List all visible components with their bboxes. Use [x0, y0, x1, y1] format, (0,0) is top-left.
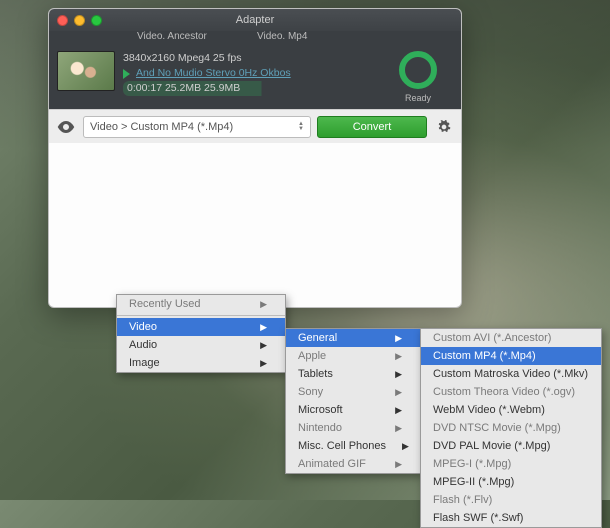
queue-column-header: Video. Ancestor Video. Mp4 — [49, 31, 461, 47]
convert-label: Convert — [353, 121, 392, 133]
titlebar[interactable]: Adapter — [49, 9, 461, 31]
menu-item-webm[interactable]: WebM Video (*.Webm) — [421, 401, 601, 419]
format-preset-menu: Custom AVI (*.Ancestor) Custom MP4 (*.Mp… — [420, 328, 602, 528]
menu-item-mpeg2[interactable]: MPEG-II (*.Mpg) — [421, 473, 601, 491]
zoom-icon[interactable] — [91, 15, 102, 26]
eye-icon — [57, 121, 75, 133]
menu-item-general[interactable]: General▶ — [286, 329, 420, 347]
menu-item-animated-gif[interactable]: Animated GIF▶ — [286, 455, 420, 473]
media-info-link[interactable]: And No Mudio Stervo 0Hz Okbos — [136, 66, 291, 81]
menu-item-video[interactable]: Video▶ — [117, 318, 285, 336]
menu-item-flash-flv[interactable]: Flash (*.Flv) — [421, 491, 601, 509]
queue-row[interactable]: 3840x2160 Mpeg4 25 fps And No Mudio Ster… — [49, 47, 461, 109]
window-title: Adapter — [236, 14, 275, 26]
menu-item-dvd-pal[interactable]: DVD PAL Movie (*.Mpg) — [421, 437, 601, 455]
col-source: Video. Ancestor — [137, 31, 257, 47]
menu-item-nintendo[interactable]: Nintendo▶ — [286, 419, 420, 437]
menu-item-custom-mp4[interactable]: Custom MP4 (*.Mp4) — [421, 347, 601, 365]
format-category-menu: Recently Used▶ Video▶ Audio▶ Image▶ — [116, 294, 286, 373]
menu-item-image[interactable]: Image▶ — [117, 354, 285, 372]
queue-info: 3840x2160 Mpeg4 25 fps And No Mudio Ster… — [123, 51, 375, 96]
menu-item-apple[interactable]: Apple▶ — [286, 347, 420, 365]
menu-item-dvd-ntsc[interactable]: DVD NTSC Movie (*.Mpg) — [421, 419, 601, 437]
app-window: Adapter Video. Ancestor Video. Mp4 3840x… — [48, 8, 462, 308]
convert-button[interactable]: Convert — [317, 116, 427, 138]
col-dest: Video. Mp4 — [257, 31, 377, 47]
close-icon[interactable] — [57, 15, 68, 26]
stepper-icon: ▲▼ — [298, 122, 304, 132]
menu-item-mpeg1[interactable]: MPEG-I (*.Mpg) — [421, 455, 601, 473]
resolution-text: 3840x2160 Mpeg4 25 fps — [123, 51, 375, 66]
menu-item-tablets[interactable]: Tablets▶ — [286, 365, 420, 383]
format-subcategory-menu: General▶ Apple▶ Tablets▶ Sony▶ Microsoft… — [285, 328, 421, 474]
minimize-icon[interactable] — [74, 15, 85, 26]
video-thumbnail — [57, 51, 115, 91]
status-column: Ready — [383, 51, 453, 103]
menu-item-misc-phones[interactable]: Misc. Cell Phones▶ — [286, 437, 420, 455]
duration-size-text: 0:00:17 25.2MB 25.9MB — [123, 81, 375, 96]
format-select-button[interactable]: Video > Custom MP4 (*.Mp4) ▲▼ — [83, 116, 311, 138]
menu-separator — [117, 315, 285, 316]
format-breadcrumb: Video > Custom MP4 (*.Mp4) — [90, 121, 233, 133]
menu-item-microsoft[interactable]: Microsoft▶ — [286, 401, 420, 419]
settings-button[interactable] — [433, 116, 455, 138]
traffic-lights — [57, 15, 102, 26]
status-text: Ready — [383, 93, 453, 103]
gear-icon — [437, 120, 451, 134]
menu-item-audio[interactable]: Audio▶ — [117, 336, 285, 354]
menu-item-custom-avi[interactable]: Custom AVI (*.Ancestor) — [421, 329, 601, 347]
preview-toggle-button[interactable] — [55, 118, 77, 136]
play-icon[interactable] — [123, 69, 130, 79]
menu-item-recent[interactable]: Recently Used▶ — [117, 295, 285, 313]
bottom-toolbar: Video > Custom MP4 (*.Mp4) ▲▼ Convert — [49, 109, 461, 143]
menu-item-custom-ogv[interactable]: Custom Theora Video (*.ogv) — [421, 383, 601, 401]
menu-item-sony[interactable]: Sony▶ — [286, 383, 420, 401]
progress-ring-icon — [399, 51, 437, 89]
menu-item-flash-swf[interactable]: Flash SWF (*.Swf) — [421, 509, 601, 527]
menu-item-custom-mkv[interactable]: Custom Matroska Video (*.Mkv) — [421, 365, 601, 383]
